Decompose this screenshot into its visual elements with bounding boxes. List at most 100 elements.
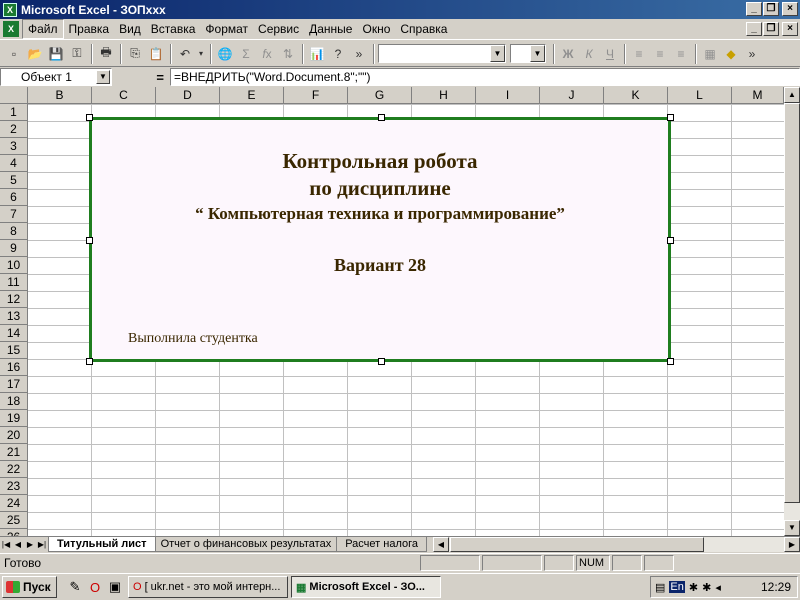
scroll-right-icon[interactable]: ▶ [784,537,800,552]
new-icon[interactable]: ▫ [4,44,24,64]
column-header[interactable]: C [92,87,156,104]
maximize-button[interactable]: ❐ [763,2,779,16]
sheet-tab-tax[interactable]: Расчет налога [336,537,427,552]
menu-help[interactable]: Справка [395,20,452,38]
row-header[interactable]: 4 [0,155,28,172]
column-header[interactable]: K [604,87,668,104]
scroll-up-icon[interactable]: ▲ [784,87,800,103]
formula-input[interactable]: =ВНЕДРИТЬ("Word.Document.8";"") [170,68,800,86]
font-name-combo[interactable]: ▼ [378,44,506,63]
doc-minimize-button[interactable]: _ [746,22,762,36]
menu-tools[interactable]: Сервис [253,20,304,38]
resize-handle[interactable] [86,237,93,244]
antivirus-tray-icon[interactable]: ✱ [702,581,711,594]
opera-icon[interactable]: O [85,577,105,597]
column-header[interactable]: E [220,87,284,104]
row-header[interactable]: 16 [0,359,28,376]
row-header[interactable]: 26 [0,529,28,536]
underline-button[interactable]: Ч [600,44,620,64]
explorer-icon[interactable]: ▣ [105,577,125,597]
minimize-button[interactable]: _ [746,2,762,16]
hyperlink-icon[interactable]: 🌐 [215,44,235,64]
resize-handle[interactable] [667,237,674,244]
undo-icon[interactable]: ↶ [175,44,195,64]
row-header[interactable]: 25 [0,512,28,529]
bold-button[interactable]: Ж [558,44,578,64]
resize-handle[interactable] [667,114,674,121]
row-header[interactable]: 13 [0,308,28,325]
excel-icon[interactable]: X [3,2,17,17]
column-header[interactable]: G [348,87,412,104]
vertical-scroll-thumb[interactable] [784,103,800,503]
row-header[interactable]: 24 [0,495,28,512]
column-header[interactable]: H [412,87,476,104]
row-header[interactable]: 22 [0,461,28,478]
menu-window[interactable]: Окно [357,20,395,38]
scroll-left-icon[interactable]: ◀ [433,537,449,552]
align-center-icon[interactable]: ≡ [650,44,670,64]
function-icon[interactable]: fx [257,44,277,64]
permission-icon[interactable]: ⚿ [67,44,87,64]
row-header[interactable]: 6 [0,189,28,206]
sheet-tab-financial[interactable]: Отчет о финансовых результатах [151,537,341,552]
printer-tray-icon[interactable]: ▤ [655,581,665,594]
first-sheet-icon[interactable]: |◀ [0,538,12,552]
desktop-icon[interactable]: ✎ [65,577,85,597]
menu-edit[interactable]: Правка [64,20,115,38]
resize-handle[interactable] [378,358,385,365]
menu-insert[interactable]: Вставка [146,20,201,38]
row-header[interactable]: 20 [0,427,28,444]
help-icon[interactable]: ? [328,44,348,64]
horizontal-scroll-thumb[interactable] [450,537,704,552]
resize-handle[interactable] [86,114,93,121]
task-excel[interactable]: ▦ Microsoft Excel - ЗО... [291,576,441,598]
align-right-icon[interactable]: ≡ [671,44,691,64]
fill-color-icon[interactable]: ◆ [721,44,741,64]
align-left-icon[interactable]: ≡ [629,44,649,64]
workbook-icon[interactable]: X [3,21,19,37]
row-header[interactable]: 11 [0,274,28,291]
menu-format[interactable]: Формат [200,20,253,38]
horizontal-scrollbar[interactable]: ◀ ▶ [433,537,800,552]
column-header[interactable]: L [668,87,732,104]
row-header[interactable]: 2 [0,121,28,138]
print-icon[interactable]: 🖶 [96,44,116,64]
start-button[interactable]: Пуск [2,576,57,598]
sheet-tab-title[interactable]: Титульный лист [48,537,156,552]
last-sheet-icon[interactable]: ▶| [36,538,48,552]
vertical-scrollbar[interactable]: ▲ ▼ [784,87,800,536]
row-header[interactable]: 19 [0,410,28,427]
open-icon[interactable]: 📂 [25,44,45,64]
row-header[interactable]: 7 [0,206,28,223]
row-header[interactable]: 15 [0,342,28,359]
select-all-corner[interactable] [0,87,28,104]
font-size-combo[interactable]: ▼ [510,44,546,63]
autosum-icon[interactable]: Σ [236,44,256,64]
resize-handle[interactable] [86,358,93,365]
sort-icon[interactable]: ⇅ [278,44,298,64]
prev-sheet-icon[interactable]: ◀ [12,538,24,552]
row-header[interactable]: 5 [0,172,28,189]
paste-icon[interactable]: 📋 [146,44,166,64]
undo-dropdown-icon[interactable]: ▾ [196,44,206,64]
scroll-down-icon[interactable]: ▼ [784,520,800,536]
row-header[interactable]: 17 [0,376,28,393]
row-header[interactable]: 21 [0,444,28,461]
menu-data[interactable]: Данные [304,20,357,38]
row-header[interactable]: 23 [0,478,28,495]
row-header[interactable]: 12 [0,291,28,308]
row-header[interactable]: 8 [0,223,28,240]
resize-handle[interactable] [667,358,674,365]
chevron-down-icon[interactable]: ▼ [96,70,110,84]
network-tray-icon[interactable]: ✱ [689,581,698,594]
column-header[interactable]: D [156,87,220,104]
toolbar-more-icon[interactable]: » [349,44,369,64]
resize-handle[interactable] [378,114,385,121]
row-header[interactable]: 10 [0,257,28,274]
toolbar-more-icon-2[interactable]: » [742,44,762,64]
row-header[interactable]: 14 [0,325,28,342]
column-header[interactable]: B [28,87,92,104]
italic-button[interactable]: К [579,44,599,64]
save-icon[interactable]: 💾 [46,44,66,64]
name-box[interactable]: Объект 1 ▼ [0,68,112,86]
